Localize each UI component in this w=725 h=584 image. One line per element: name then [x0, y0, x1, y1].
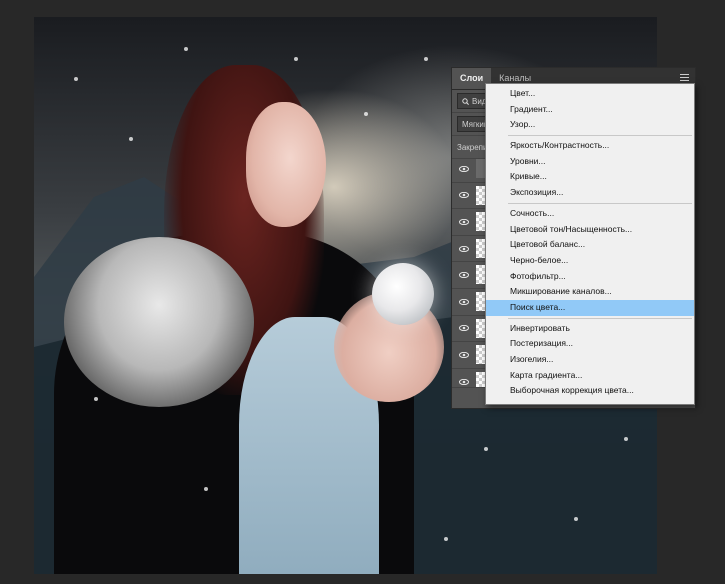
snowflake	[624, 437, 628, 441]
crystal-orb	[372, 263, 434, 325]
layer-row[interactable]	[452, 316, 487, 343]
visibility-eye-icon[interactable]	[459, 165, 469, 172]
visibility-eye-icon[interactable]	[459, 245, 469, 252]
snowflake	[94, 397, 98, 401]
panel-menu-icon[interactable]	[680, 74, 689, 82]
layer-list	[452, 156, 487, 396]
menu-item[interactable]: Яркость/Контрастность...	[486, 138, 694, 154]
menu-item[interactable]: Черно-белое...	[486, 253, 694, 269]
layer-row[interactable]	[452, 262, 487, 289]
menu-item[interactable]: Узор...	[486, 117, 694, 133]
layer-row[interactable]	[452, 209, 487, 236]
menu-separator	[508, 202, 692, 204]
menu-separator	[508, 135, 692, 137]
menu-item[interactable]: Цветовой баланс...	[486, 237, 694, 253]
menu-item[interactable]: Выборочная коррекция цвета...	[486, 383, 694, 399]
layer-row[interactable]	[452, 236, 487, 263]
layer-row[interactable]	[452, 156, 487, 183]
menu-item[interactable]: Фотофильтр...	[486, 269, 694, 285]
menu-item[interactable]: Микширование каналов...	[486, 284, 694, 300]
face	[246, 102, 326, 227]
snowflake	[294, 57, 298, 61]
visibility-eye-icon[interactable]	[459, 218, 469, 225]
visibility-eye-icon[interactable]	[459, 325, 469, 332]
menu-item[interactable]: Инвертировать	[486, 321, 694, 337]
menu-item[interactable]: Постеризация...	[486, 336, 694, 352]
menu-item[interactable]: Градиент...	[486, 102, 694, 118]
visibility-eye-icon[interactable]	[459, 192, 469, 199]
adjustment-layer-menu: Цвет... Градиент... Узор... Яркость/Контрас…	[485, 83, 695, 405]
menu-item[interactable]: Поиск цвета...	[486, 299, 694, 316]
fur-collar	[64, 237, 254, 407]
snowflake	[484, 447, 488, 451]
layer-row[interactable]	[452, 183, 487, 210]
menu-item[interactable]: Кривые...	[486, 169, 694, 185]
layer-row[interactable]	[452, 342, 487, 369]
menu-item[interactable]: Цветовой тон/Насыщенность...	[486, 222, 694, 238]
visibility-eye-icon[interactable]	[459, 351, 469, 358]
menu-item[interactable]: Уровни...	[486, 154, 694, 170]
menu-item[interactable]: Сочность...	[486, 206, 694, 222]
snowflake	[424, 57, 428, 61]
visibility-eye-icon[interactable]	[459, 272, 469, 279]
layer-row[interactable]	[452, 289, 487, 316]
snowflake	[364, 112, 368, 116]
snowflake	[444, 537, 448, 541]
visibility-eye-icon[interactable]	[459, 298, 469, 305]
snowflake	[74, 77, 78, 81]
snowflake	[129, 137, 133, 141]
menu-item[interactable]: Экспозиция...	[486, 185, 694, 201]
menu-item[interactable]: Цвет...	[486, 86, 694, 102]
snowflake	[574, 517, 578, 521]
visibility-eye-icon[interactable]	[459, 378, 469, 385]
menu-item[interactable]: Карта градиента...	[486, 368, 694, 384]
snowflake	[184, 47, 188, 51]
menu-separator	[508, 317, 692, 319]
search-icon	[462, 97, 469, 105]
snowflake	[204, 487, 208, 491]
menu-item[interactable]: Изогелия...	[486, 352, 694, 368]
